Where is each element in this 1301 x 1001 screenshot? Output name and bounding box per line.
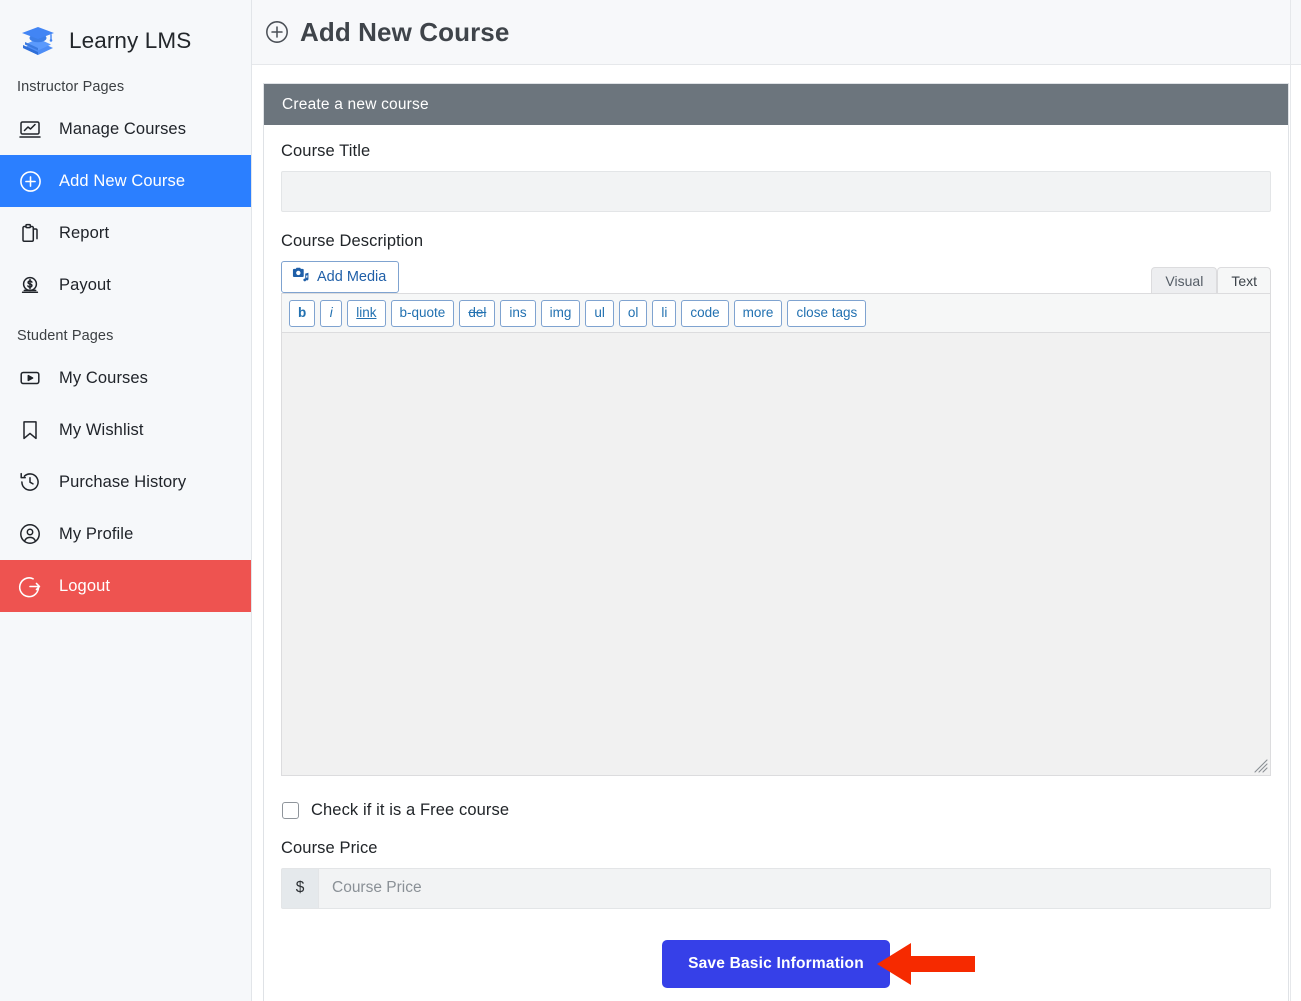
add-media-label: Add Media xyxy=(317,269,387,285)
sidebar-item-label: My Profile xyxy=(59,524,134,543)
sidebar-item-label: Payout xyxy=(59,275,111,294)
quicktag-code[interactable]: code xyxy=(681,300,729,327)
sidebar-item-label: Purchase History xyxy=(59,472,187,491)
quicktag-ol[interactable]: ol xyxy=(618,300,648,327)
course-price-group: $ xyxy=(281,867,1271,909)
page-right-edge xyxy=(1290,0,1291,1001)
save-basic-information-button[interactable]: Save Basic Information xyxy=(662,939,890,988)
sidebar-item-label: My Wishlist xyxy=(59,420,144,439)
main-content: Add New Course Create a new course Cours… xyxy=(252,0,1301,1001)
quicktag-del[interactable]: del xyxy=(459,300,496,327)
sidebar-item-manage-courses[interactable]: Manage Courses xyxy=(0,103,251,155)
sidebar-item-report[interactable]: Report xyxy=(0,207,251,259)
plus-circle-icon xyxy=(264,19,290,45)
sidebar-item-label: Add New Course xyxy=(59,171,186,190)
free-course-label: Check if it is a Free course xyxy=(311,800,510,819)
play-rect-icon xyxy=(17,365,43,391)
page-title: Add New Course xyxy=(300,16,510,47)
save-row: Save Basic Information xyxy=(281,939,1271,988)
quicktag-close-tags[interactable]: close tags xyxy=(787,300,867,327)
page-header: Add New Course xyxy=(252,0,1301,65)
free-course-checkbox[interactable] xyxy=(282,801,299,819)
sidebar-item-my-wishlist[interactable]: My Wishlist xyxy=(0,404,251,456)
media-camera-note-icon xyxy=(292,267,309,287)
editor-tabs: Visual Text xyxy=(1151,267,1271,293)
clipboard-icon xyxy=(17,220,43,246)
bookmark-icon xyxy=(17,417,43,443)
free-course-row[interactable]: Check if it is a Free course xyxy=(282,801,1271,820)
tab-visual-label: Visual xyxy=(1165,272,1204,289)
logout-arrow-icon xyxy=(17,573,43,599)
currency-prefix: $ xyxy=(281,867,318,909)
monitor-chart-icon xyxy=(17,116,43,142)
sidebar-item-logout[interactable]: Logout xyxy=(0,560,251,612)
create-course-card: Create a new course Course Title Course … xyxy=(263,83,1289,1001)
card-header-title: Create a new course xyxy=(264,84,1288,125)
sidebar-section-student-label: Student Pages xyxy=(17,328,114,344)
quicktag-li[interactable]: li xyxy=(652,300,677,327)
sidebar-item-purchase-history[interactable]: Purchase History xyxy=(0,456,251,508)
course-description-textarea[interactable] xyxy=(281,332,1271,776)
sidebar-item-label: Report xyxy=(59,223,110,242)
course-price-input[interactable] xyxy=(318,867,1271,909)
sidebar: Learny LMS Instructor Pages Manage Cours… xyxy=(0,0,252,1001)
clock-history-icon xyxy=(17,469,43,495)
quicktag-img[interactable]: img xyxy=(540,300,581,327)
sidebar-item-label: Manage Courses xyxy=(59,119,187,138)
red-left-arrow-icon xyxy=(877,941,977,987)
quicktag-ul[interactable]: ul xyxy=(585,300,614,327)
brand[interactable]: Learny LMS xyxy=(0,0,251,62)
sidebar-section-instructor-label: Instructor Pages xyxy=(17,79,125,95)
user-circle-icon xyxy=(17,521,43,547)
quicktag-link[interactable]: link xyxy=(347,300,386,327)
sidebar-item-my-courses[interactable]: My Courses xyxy=(0,352,251,404)
resize-handle-icon[interactable] xyxy=(1254,758,1268,773)
sidebar-item-label: My Courses xyxy=(59,368,149,387)
brand-name: Learny LMS xyxy=(69,28,192,53)
course-title-input[interactable] xyxy=(281,171,1271,212)
sidebar-item-payout[interactable]: Payout xyxy=(0,259,251,311)
add-media-button[interactable]: Add Media xyxy=(281,261,400,293)
sidebar-item-label: Logout xyxy=(59,576,111,595)
editor-toolbar-row: Add Media Visual Text xyxy=(281,261,1271,293)
app-root: Learny LMS Instructor Pages Manage Cours… xyxy=(0,0,1301,1001)
quicktag-ins[interactable]: ins xyxy=(500,300,536,327)
money-dollar-icon xyxy=(17,272,43,298)
quicktag-more[interactable]: more xyxy=(733,300,783,327)
sidebar-item-my-profile[interactable]: My Profile xyxy=(0,508,251,560)
course-title-label: Course Title xyxy=(281,142,371,160)
tab-text[interactable]: Text xyxy=(1217,267,1271,293)
graduation-cap-books-icon xyxy=(18,21,58,61)
course-description-label: Course Description xyxy=(281,232,424,250)
quicktag-i[interactable]: i xyxy=(320,300,343,327)
quicktag-b-quote[interactable]: b-quote xyxy=(390,300,455,327)
tab-text-label: Text xyxy=(1231,272,1257,289)
tab-visual[interactable]: Visual xyxy=(1151,267,1218,293)
course-price-label: Course Price xyxy=(281,838,378,857)
quicktag-b[interactable]: b xyxy=(289,300,316,327)
sidebar-item-add-new-course[interactable]: Add New Course xyxy=(0,155,251,207)
card-body: Course Title Course Description Add Medi… xyxy=(264,125,1288,988)
plus-circle-icon xyxy=(17,168,43,194)
quicktags-toolbar: b i link b-quote del ins img ul ol li co… xyxy=(281,293,1271,333)
